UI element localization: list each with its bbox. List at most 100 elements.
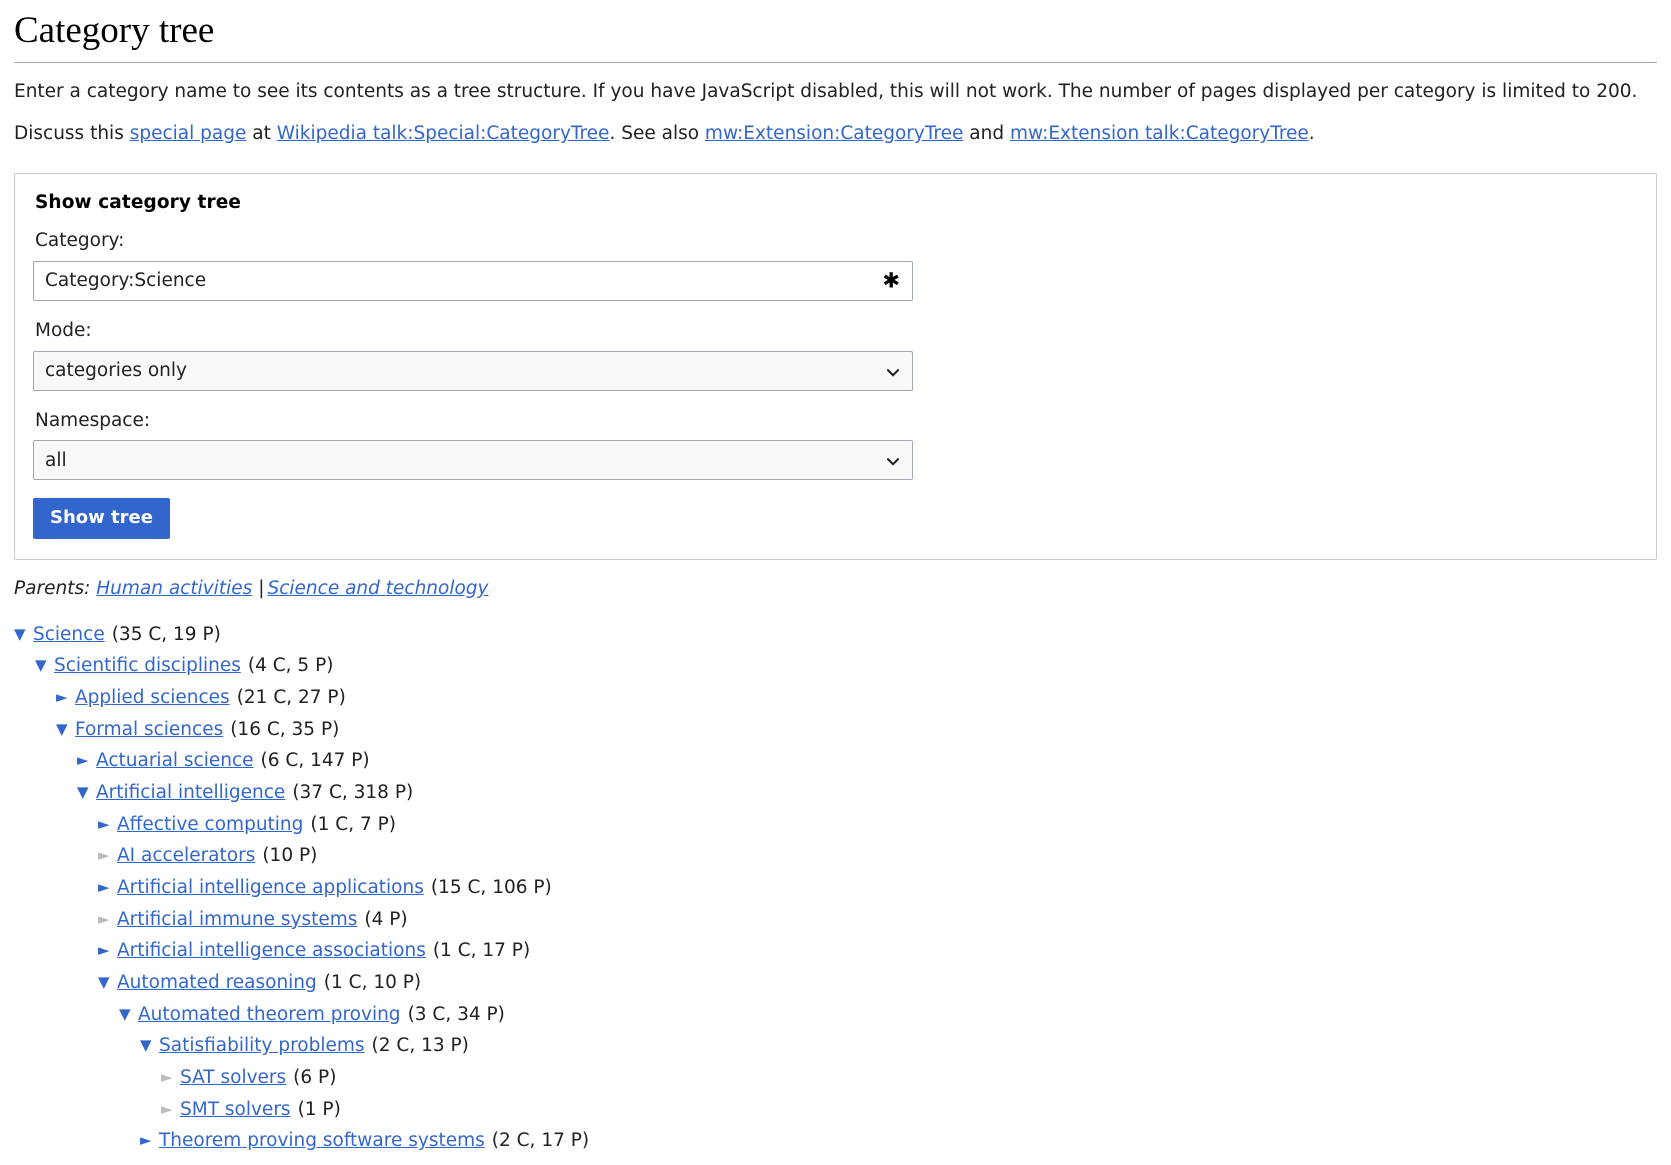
parent-link-human-activities[interactable]: Human activities	[96, 578, 252, 599]
tree-item-link[interactable]: Automated reasoning	[117, 969, 317, 998]
category-input[interactable]	[33, 260, 913, 301]
tree-item: ▼ Automated theorem proving (3 C, 34 P)	[14, 999, 1657, 1031]
triangle-right-icon: ►	[98, 846, 110, 865]
tree-item-link[interactable]: SMT solvers	[180, 1096, 291, 1125]
tree-item: ▼ Scientific disciplines (4 C, 5 P)	[14, 651, 1657, 683]
triangle-down-icon[interactable]: ▼	[77, 785, 96, 800]
mode-select[interactable]: categories only	[33, 350, 913, 391]
namespace-select[interactable]: all	[33, 440, 913, 481]
triangle-right-icon[interactable]: ►	[140, 1133, 159, 1148]
category-label: Category:	[35, 230, 125, 252]
triangle-right-icon[interactable]: ►	[98, 880, 117, 895]
tree-item: ► Actuarial science (6 C, 147 P)	[14, 746, 1657, 778]
tree-item-link[interactable]: Formal sciences	[75, 716, 223, 745]
intro-text-2a: Discuss this	[14, 123, 130, 145]
tree-item: ► Artificial immune systems (4 P)	[14, 904, 1657, 936]
namespace-field-row: Namespace: all	[33, 407, 1638, 481]
intro-text-2c: . See also	[609, 123, 705, 145]
parents-separator: |	[258, 578, 265, 600]
triangle-right-icon: ►	[98, 909, 110, 928]
tree-item-link[interactable]: Artificial intelligence associations	[117, 937, 426, 966]
intro-text-2e: .	[1308, 123, 1315, 145]
tree-item: ► Applied sciences (21 C, 27 P)	[14, 683, 1657, 715]
tree-item-link[interactable]: Artificial intelligence	[96, 779, 285, 808]
intro-text-1: Enter a category name to see its content…	[14, 81, 1638, 103]
tree-item-count: (2 C, 13 P)	[371, 1035, 469, 1057]
intro-text-2d: and	[963, 123, 1010, 145]
tree-item-link[interactable]: Automated theorem proving	[138, 1001, 401, 1030]
tree-item: ► Theorem proving software systems (2 C, 1…	[14, 1126, 1657, 1158]
tree-item-count: (1 P)	[297, 1098, 341, 1120]
tree-item-link[interactable]: Science	[33, 621, 105, 650]
triangle-right-icon[interactable]: ►	[98, 816, 117, 832]
parents-label: Parents:	[14, 578, 91, 600]
category-input-wrap: ✱	[33, 260, 913, 301]
tree-item: ▼ Satisfiability problems (2 C, 13 P)	[14, 1031, 1657, 1063]
tree-item: ► Artificial intelligence associations (1 …	[14, 936, 1657, 968]
tree-item-count: (35 C, 19 P)	[111, 623, 221, 645]
tree-item: ► Artificial intelligence applications (15…	[14, 873, 1657, 905]
mode-field-row: Mode: categories only	[33, 317, 1638, 391]
tree-item-count: (10 P)	[262, 845, 318, 867]
tree-item: ► Affective computing (1 C, 7 P)	[14, 809, 1657, 841]
category-field-row: Category: ✱	[33, 227, 1638, 301]
triangle-right-icon: ►	[161, 1099, 173, 1118]
tree-item-link[interactable]: Satisfiability problems	[159, 1032, 365, 1061]
category-tree: ▼ Science (35 C, 19 P) ▼ Scientific discipli…	[14, 619, 1657, 1157]
tree-item-count: (37 C, 318 P)	[292, 782, 414, 804]
triangle-right-icon[interactable]: ►	[77, 753, 96, 768]
triangle-down-icon[interactable]: ▼	[98, 975, 117, 990]
parent-link-science-and-technology[interactable]: Science and technology	[267, 578, 488, 599]
triangle-right-icon[interactable]: ►	[56, 690, 75, 705]
tree-item-count: (15 C, 106 P)	[430, 877, 552, 899]
tree-item-count: (6 C, 147 P)	[260, 750, 370, 772]
show-tree-button[interactable]: Show tree	[33, 498, 170, 540]
link-mw-extension-categorytree[interactable]: mw:Extension:CategoryTree	[705, 123, 963, 144]
mode-label: Mode:	[35, 319, 92, 341]
triangle-down-icon[interactable]: ▼	[14, 626, 33, 642]
tree-item-link[interactable]: Applied sciences	[75, 684, 230, 713]
intro-paragraph-1: Enter a category name to see its content…	[14, 77, 1657, 107]
tree-item-count: (21 C, 27 P)	[236, 687, 346, 709]
tree-item-link[interactable]: Artificial intelligence applications	[117, 874, 424, 903]
link-wikipedia-talk-categorytree[interactable]: Wikipedia talk:Special:CategoryTree	[277, 123, 610, 144]
tree-item: ▼ Formal sciences (16 C, 35 P)	[14, 714, 1657, 746]
triangle-down-icon[interactable]: ▼	[119, 1006, 138, 1022]
triangle-right-icon: ►	[161, 1068, 173, 1087]
tree-item-count: (4 P)	[364, 908, 408, 930]
tree-item-count: (4 C, 5 P)	[247, 655, 334, 677]
tree-item: ► SMT solvers (1 P)	[14, 1094, 1657, 1126]
parents-line: Parents: Human activities | Science and te…	[14, 578, 1657, 599]
category-tree-form: Show category tree Category: ✱ Mode: cat…	[14, 173, 1657, 561]
tree-item-count: (1 C, 10 P)	[323, 972, 422, 994]
tree-item-link[interactable]: Scientific disciplines	[54, 652, 241, 681]
namespace-label: Namespace:	[35, 409, 151, 431]
tree-item-count: (1 C, 17 P)	[432, 940, 531, 962]
tree-item-link[interactable]: Theorem proving software systems	[159, 1127, 485, 1156]
link-special-page[interactable]: special page	[130, 123, 247, 144]
namespace-select-wrap: all	[33, 440, 913, 481]
tree-item-count: (1 C, 7 P)	[310, 813, 396, 835]
tree-item-link[interactable]: SAT solvers	[180, 1064, 286, 1093]
triangle-right-icon[interactable]: ►	[98, 943, 117, 958]
link-mw-extension-talk-categorytree[interactable]: mw:Extension talk:CategoryTree	[1010, 123, 1309, 144]
mode-select-wrap: categories only	[33, 350, 913, 391]
tree-item: ▼ Automated reasoning (1 C, 10 P)	[14, 968, 1657, 1000]
triangle-down-icon[interactable]: ▼	[140, 1038, 159, 1053]
tree-item-count: (3 C, 34 P)	[407, 1003, 505, 1025]
tree-item: ▼ Science (35 C, 19 P)	[14, 619, 1657, 651]
tree-item-count: (6 P)	[293, 1067, 337, 1089]
triangle-down-icon[interactable]: ▼	[56, 721, 75, 737]
tree-item-count: (2 C, 17 P)	[491, 1130, 590, 1152]
tree-item: ► SAT solvers (6 P)	[14, 1063, 1657, 1095]
tree-item: ▼ Artificial intelligence (37 C, 318 P)	[14, 778, 1657, 810]
triangle-down-icon[interactable]: ▼	[35, 658, 54, 673]
page-title: Category tree	[14, 8, 1657, 64]
tree-item-link[interactable]: Affective computing	[117, 811, 303, 840]
form-legend: Show category tree	[35, 192, 242, 214]
tree-item-link[interactable]: Artificial immune systems	[117, 906, 357, 935]
tree-item-count: (16 C, 35 P)	[230, 718, 340, 740]
tree-item-link[interactable]: AI accelerators	[117, 842, 255, 871]
intro-paragraph-2: Discuss this special page at Wikipedia t…	[14, 119, 1657, 149]
tree-item-link[interactable]: Actuarial science	[96, 747, 254, 776]
